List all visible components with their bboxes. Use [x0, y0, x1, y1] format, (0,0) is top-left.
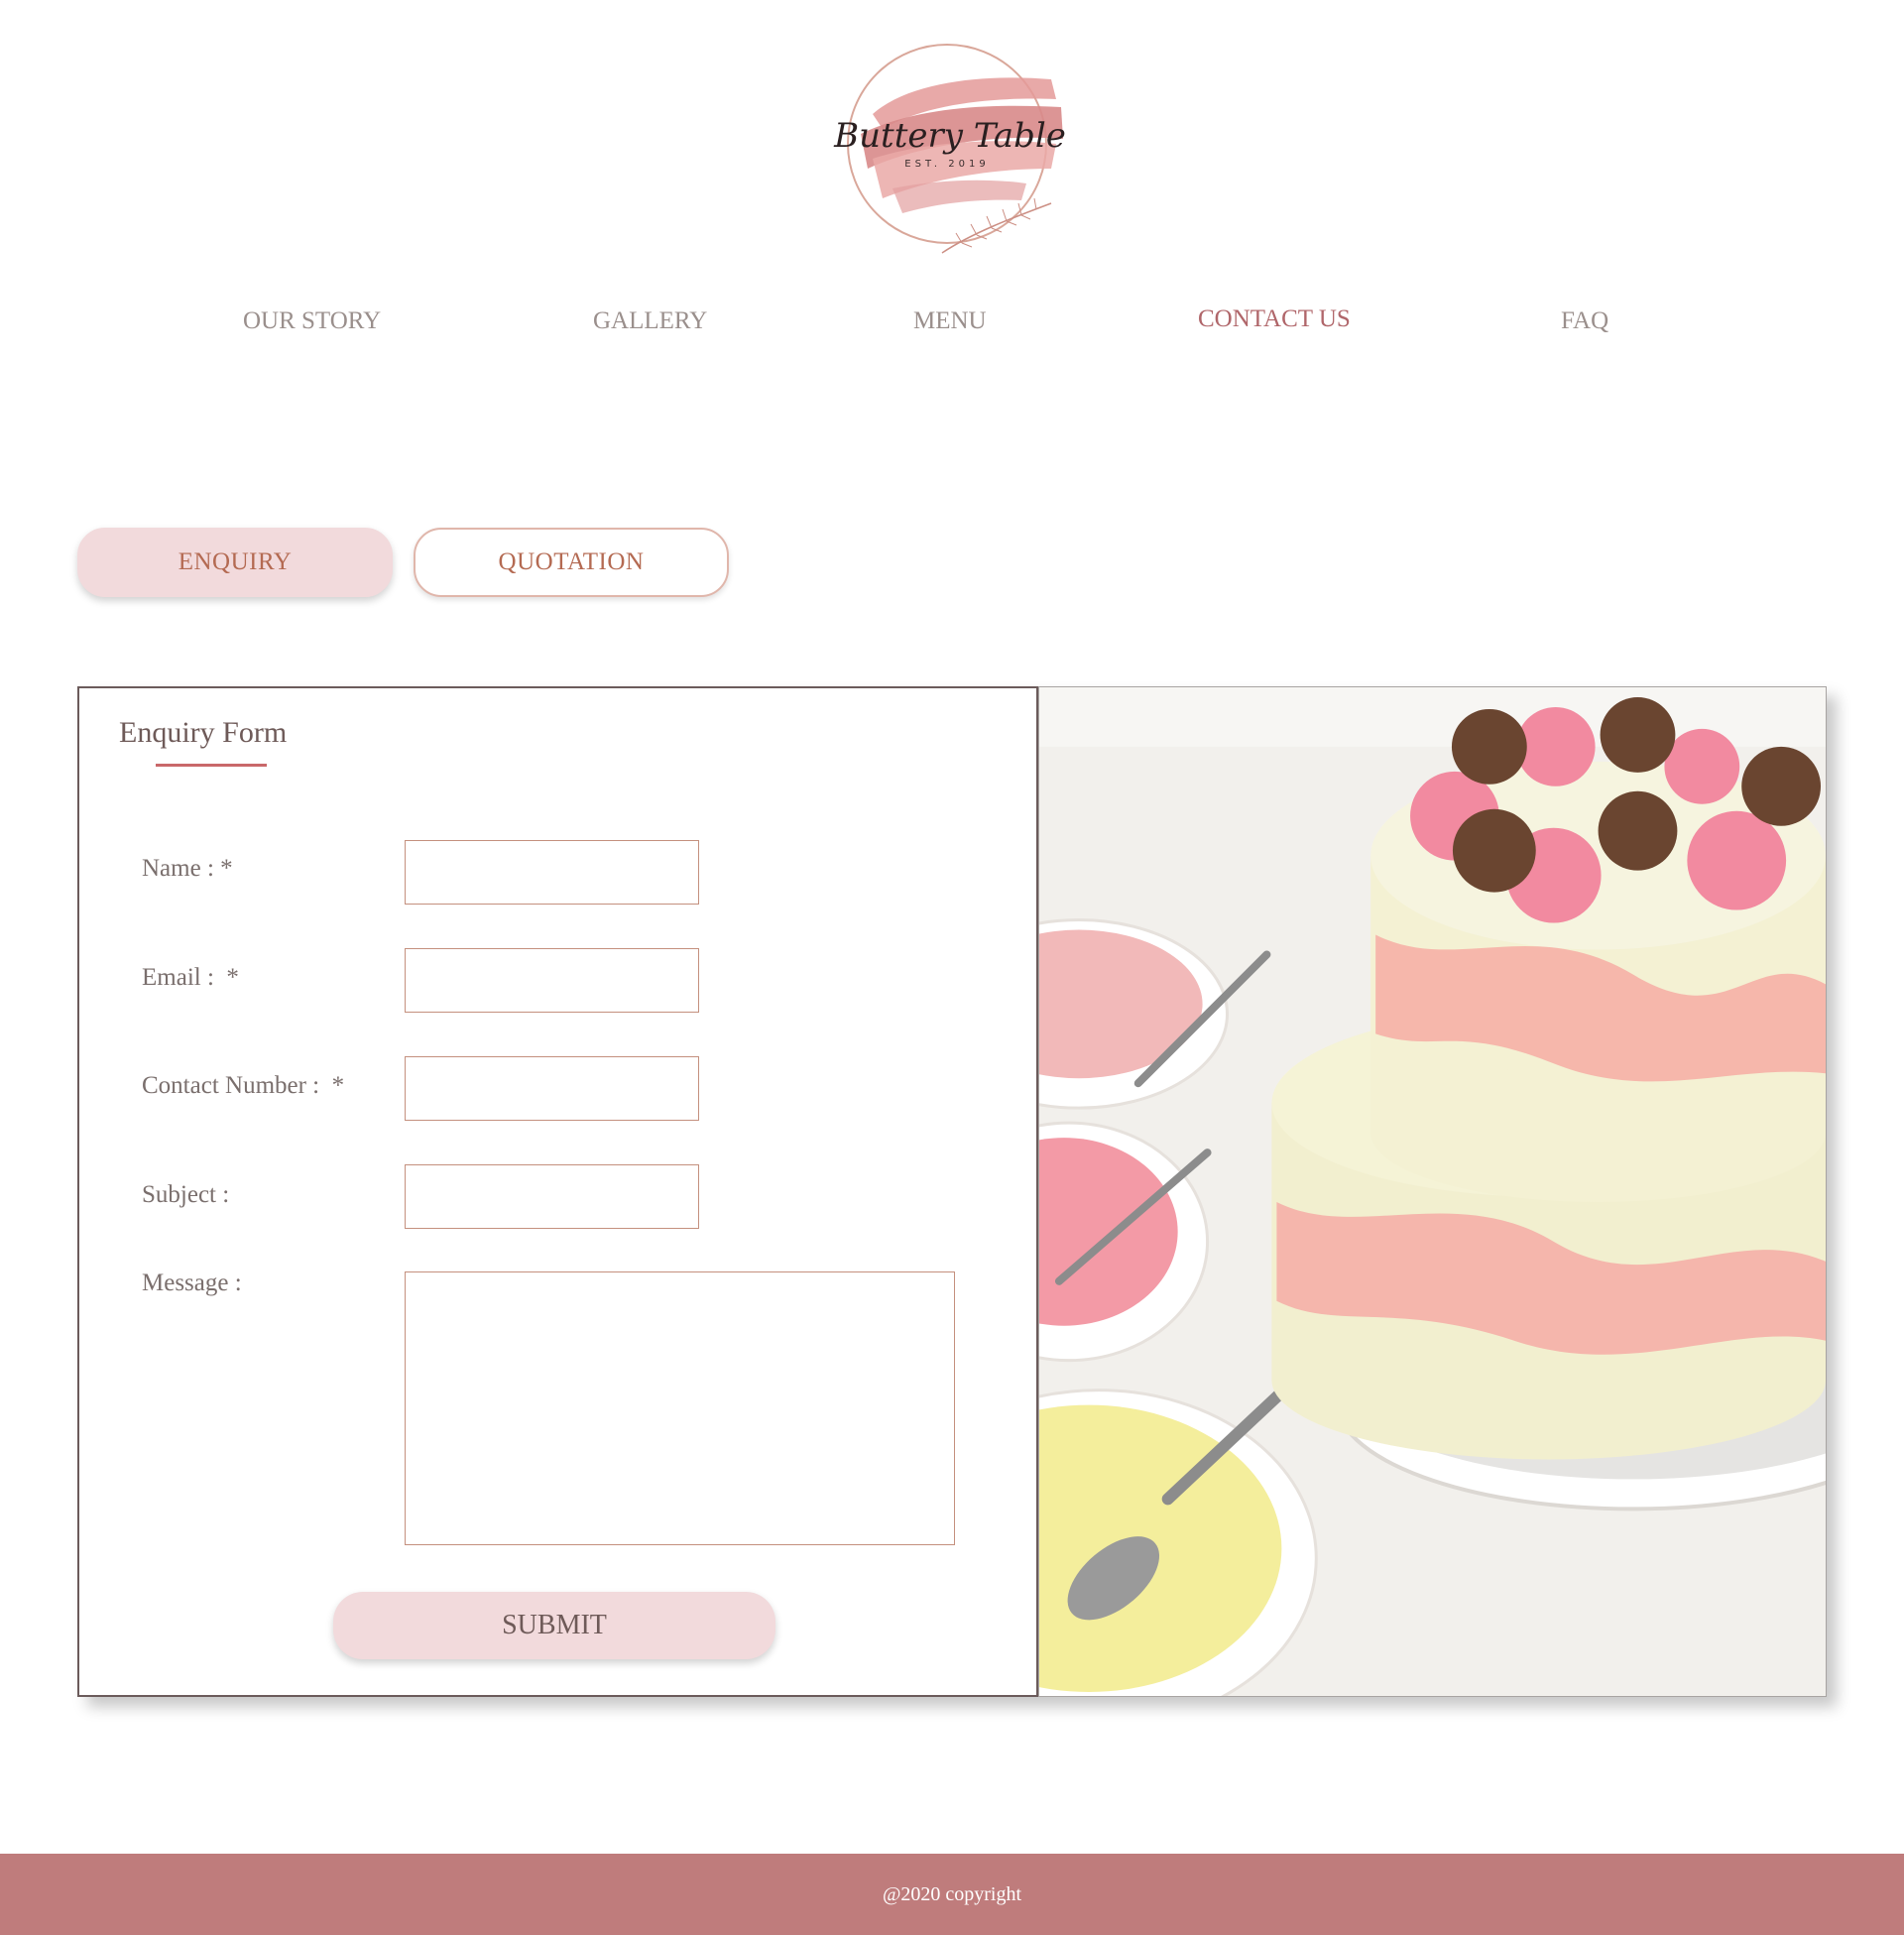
nav-faq[interactable]: FAQ	[1561, 307, 1608, 335]
email-input[interactable]	[405, 948, 699, 1013]
nav-gallery[interactable]: GALLERY	[593, 307, 707, 335]
tab-enquiry[interactable]: ENQUIRY	[77, 528, 393, 597]
title-underline	[156, 764, 267, 767]
email-label: Email : *	[142, 964, 239, 991]
form-title: Enquiry Form	[119, 716, 288, 749]
subject-input[interactable]	[405, 1164, 699, 1229]
nav-contact-us[interactable]: CONTACT US	[1198, 305, 1351, 333]
main-nav: OUR STORY GALLERY MENU CONTACT US FAQ	[0, 305, 1904, 347]
cake-photo	[1038, 686, 1827, 1697]
tab-quotation[interactable]: QUOTATION	[414, 528, 729, 597]
enquiry-form: Enquiry Form Name : * Email : * Contact …	[77, 686, 1038, 1697]
message-label: Message :	[142, 1270, 242, 1296]
submit-button[interactable]: SUBMIT	[333, 1592, 775, 1659]
message-textarea[interactable]	[405, 1271, 955, 1545]
copyright-text: @2020 copyright	[882, 1882, 1022, 1905]
contact-number-input[interactable]	[405, 1056, 699, 1121]
brand-established: EST. 2019	[904, 159, 989, 170]
name-label: Name : *	[142, 855, 233, 882]
name-input[interactable]	[405, 840, 699, 905]
nav-menu[interactable]: MENU	[913, 307, 987, 335]
feather-icon	[941, 197, 1052, 254]
brand-logo[interactable]: Buttery Table EST. 2019	[813, 20, 1091, 273]
nav-our-story[interactable]: OUR STORY	[243, 307, 381, 335]
enquiry-card: Enquiry Form Name : * Email : * Contact …	[77, 686, 1827, 1697]
footer: @2020 copyright	[0, 1854, 1904, 1935]
subject-label: Subject :	[142, 1181, 230, 1208]
brand-name: Buttery Table	[833, 116, 1066, 156]
contact-number-label: Contact Number : *	[142, 1072, 345, 1099]
